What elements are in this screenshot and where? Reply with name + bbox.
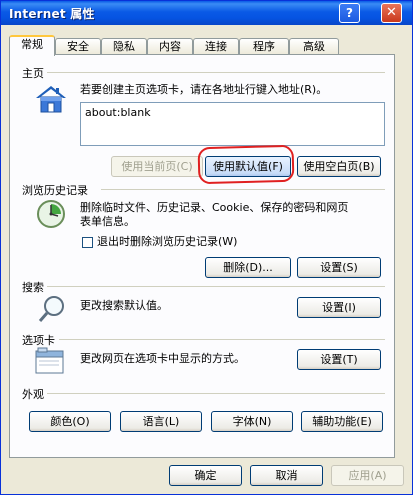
magnifier-icon bbox=[38, 296, 64, 322]
delete-on-exit-checkbox[interactable] bbox=[82, 237, 93, 248]
history-clock-icon bbox=[37, 200, 65, 228]
tabs-window-icon bbox=[35, 347, 64, 374]
cancel-button[interactable]: 取消 bbox=[250, 465, 323, 486]
history-description-line1: 删除临时文件、历史记录、Cookie、保存的密码和网页 bbox=[80, 201, 349, 214]
internet-options-dialog: Internet 属性 ? ✕ 常规 安全 隐私 内容 连接 程序 高级 主页 … bbox=[0, 0, 413, 495]
tab-advanced[interactable]: 高级 bbox=[289, 38, 339, 55]
apply-button[interactable]: 应用(A) bbox=[331, 465, 404, 486]
house-icon bbox=[36, 86, 66, 113]
home-page-textarea[interactable]: about:blank bbox=[80, 102, 385, 146]
use-blank-button[interactable]: 使用空白页(B) bbox=[297, 156, 381, 177]
history-settings-button[interactable]: 设置(S) bbox=[297, 257, 381, 278]
fonts-button[interactable]: 字体(N) bbox=[211, 411, 293, 432]
use-current-button[interactable]: 使用当前页(C) bbox=[111, 156, 203, 177]
colors-button[interactable]: 颜色(O) bbox=[29, 411, 111, 432]
history-separator bbox=[101, 189, 385, 190]
home-separator bbox=[47, 72, 385, 73]
help-button[interactable]: ? bbox=[339, 3, 360, 23]
search-settings-button[interactable]: 设置(I) bbox=[297, 297, 381, 318]
tab-connections[interactable]: 连接 bbox=[193, 38, 239, 55]
window-title: Internet 属性 bbox=[9, 7, 95, 21]
delete-history-button[interactable]: 删除(D)... bbox=[205, 257, 291, 278]
appearance-section-label: 外观 bbox=[22, 388, 44, 401]
tab-general[interactable]: 常规 bbox=[9, 35, 55, 56]
history-section-label: 浏览历史记录 bbox=[22, 184, 88, 197]
delete-on-exit-label[interactable]: 退出时删除浏览历史记录(W) bbox=[97, 235, 237, 249]
search-description: 更改搜索默认值。 bbox=[80, 299, 168, 312]
tab-programs[interactable]: 程序 bbox=[239, 38, 289, 55]
red-highlight-circle bbox=[197, 144, 295, 185]
title-bar[interactable]: Internet 属性 ? ✕ bbox=[1, 1, 412, 25]
tab-privacy[interactable]: 隐私 bbox=[101, 38, 147, 55]
home-section-label: 主页 bbox=[22, 67, 44, 80]
history-description-line2: 表单信息。 bbox=[80, 215, 135, 228]
search-section-label: 搜索 bbox=[22, 281, 44, 294]
tab-strip: 常规 安全 隐私 内容 连接 程序 高级 bbox=[1, 32, 413, 56]
search-separator bbox=[47, 286, 385, 287]
accessibility-button[interactable]: 辅助功能(E) bbox=[301, 411, 383, 432]
appearance-separator bbox=[47, 393, 385, 394]
tabs-section-label: 选项卡 bbox=[22, 334, 55, 347]
tab-security[interactable]: 安全 bbox=[55, 38, 101, 55]
tabs-description: 更改网页在选项卡中显示的方式。 bbox=[80, 352, 245, 365]
ok-button[interactable]: 确定 bbox=[169, 465, 242, 486]
tabs-separator bbox=[59, 339, 385, 340]
languages-button[interactable]: 语言(L) bbox=[120, 411, 202, 432]
home-description: 若要创建主页选项卡，请在各地址行键入地址(R)。 bbox=[80, 83, 328, 96]
tab-content[interactable]: 内容 bbox=[147, 38, 193, 55]
close-button[interactable]: ✕ bbox=[381, 3, 402, 23]
tabs-settings-button[interactable]: 设置(T) bbox=[297, 349, 381, 370]
